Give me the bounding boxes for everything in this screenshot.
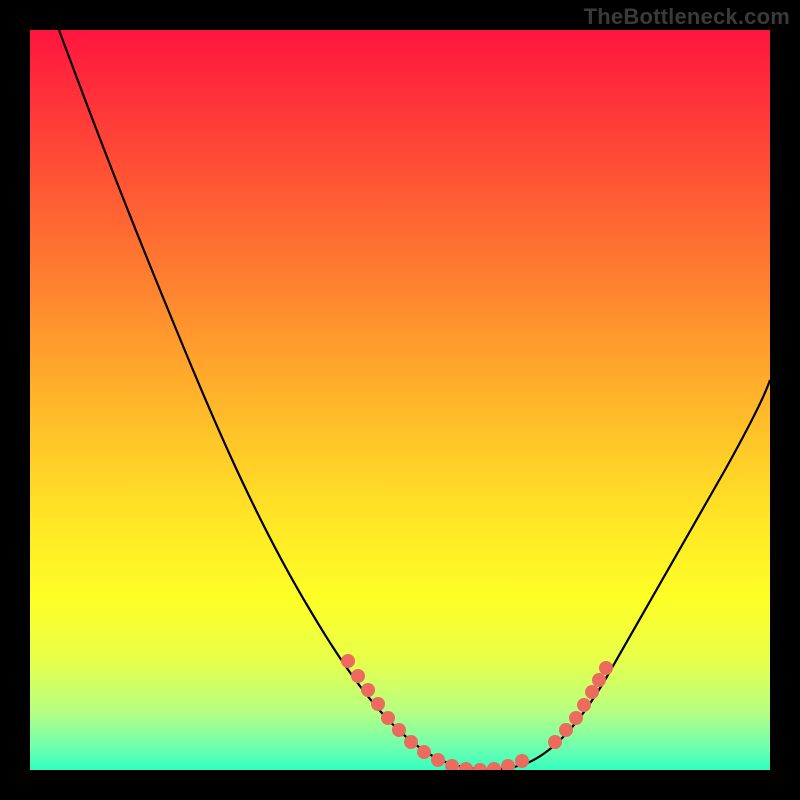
- chart-frame: TheBottleneck.com: [0, 0, 800, 800]
- bottleneck-curve-path: [59, 30, 770, 770]
- watermark-text: TheBottleneck.com: [584, 4, 790, 30]
- bottleneck-curve-svg: [30, 30, 770, 770]
- plot-area: [30, 30, 770, 770]
- highlight-dots-left: [341, 654, 431, 759]
- highlight-dots-right: [548, 661, 613, 749]
